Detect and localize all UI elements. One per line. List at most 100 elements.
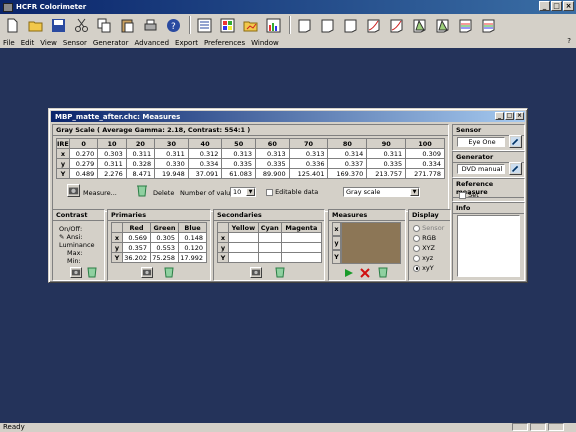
- table-cell[interactable]: 0.311: [97, 158, 127, 169]
- table-cell[interactable]: 0.314: [327, 148, 368, 159]
- table-cell[interactable]: [257, 232, 282, 243]
- table-cell[interactable]: [257, 242, 282, 253]
- maximize-button[interactable]: □: [551, 1, 562, 11]
- menu-window[interactable]: Window: [251, 39, 279, 47]
- table-cell[interactable]: 0.312: [187, 148, 223, 159]
- child-minimize-button[interactable]: _: [495, 112, 504, 120]
- table-cell[interactable]: 0.335: [221, 158, 257, 169]
- blank-view-icon[interactable]: [294, 16, 314, 35]
- open-folder-icon[interactable]: [25, 16, 45, 35]
- delete-icon[interactable]: [274, 266, 286, 278]
- measures-view-icon[interactable]: [194, 16, 214, 35]
- cut-icon[interactable]: [71, 16, 91, 35]
- save-icon[interactable]: [48, 16, 68, 35]
- measure-button[interactable]: Measure...: [83, 189, 117, 197]
- table-cell[interactable]: 271.778: [405, 168, 445, 179]
- table-cell[interactable]: 0.120: [178, 242, 207, 253]
- print-icon[interactable]: [140, 16, 160, 35]
- camera-icon[interactable]: [141, 267, 153, 278]
- table-cell[interactable]: [280, 232, 323, 243]
- table-cell[interactable]: 0.303: [97, 148, 127, 159]
- color-chart-icon[interactable]: [217, 16, 237, 35]
- num-values-select[interactable]: 10 ▼: [230, 187, 256, 197]
- info-textbox[interactable]: [457, 215, 520, 277]
- table-cell[interactable]: 0.334: [405, 158, 445, 169]
- play-icon[interactable]: [344, 268, 354, 280]
- menu-advanced[interactable]: Advanced: [134, 39, 169, 47]
- gamma-curve-icon[interactable]: [386, 16, 406, 35]
- delete-button[interactable]: Delete: [153, 189, 174, 197]
- table-cell[interactable]: 17.992: [178, 252, 207, 263]
- child-maximize-button[interactable]: □: [505, 112, 514, 120]
- table-cell[interactable]: 0.148: [178, 232, 207, 243]
- table-cell[interactable]: 0.335: [255, 158, 290, 169]
- table-cell[interactable]: 0.313: [288, 148, 329, 159]
- menu-sensor[interactable]: Sensor: [63, 39, 87, 47]
- display-option-rgb[interactable]: RGB: [413, 234, 444, 244]
- table-cell[interactable]: 0.313: [221, 148, 257, 159]
- table-cell[interactable]: 0.311: [366, 148, 407, 159]
- close-button[interactable]: ×: [563, 1, 574, 11]
- table-cell[interactable]: 0.334: [187, 158, 223, 169]
- cie-diagram-icon[interactable]: [409, 16, 429, 35]
- editable-data-checkbox[interactable]: Editable data: [266, 188, 318, 196]
- delete-icon[interactable]: [163, 266, 175, 278]
- paste-icon[interactable]: [117, 16, 137, 35]
- table-cell[interactable]: 0.270: [68, 148, 99, 159]
- display-option-xyy[interactable]: xyY: [413, 264, 444, 274]
- blank-view-icon[interactable]: [340, 16, 360, 35]
- table-cell[interactable]: [280, 252, 323, 263]
- table-cell[interactable]: 0.311: [125, 148, 156, 159]
- table-cell[interactable]: 0.336: [288, 158, 329, 169]
- table-cell[interactable]: 8.471: [125, 168, 156, 179]
- scale-type-select[interactable]: Gray scale ▼: [343, 187, 420, 197]
- table-cell[interactable]: 0.335: [366, 158, 407, 169]
- delete-icon[interactable]: [135, 183, 149, 197]
- table-cell[interactable]: 0.553: [150, 242, 179, 253]
- table-cell[interactable]: [257, 252, 282, 263]
- menu-edit[interactable]: Edit: [21, 39, 35, 47]
- rgb-levels-icon[interactable]: [478, 16, 498, 35]
- table-cell[interactable]: 0.569: [122, 232, 151, 243]
- table-cell[interactable]: [228, 242, 259, 253]
- table-cell[interactable]: 0.309: [405, 148, 445, 159]
- table-cell[interactable]: 0.311: [154, 148, 189, 159]
- camera-icon[interactable]: [70, 267, 82, 278]
- table-cell[interactable]: 0.489: [68, 168, 99, 179]
- table-cell[interactable]: 0.279: [68, 158, 99, 169]
- menu-preferences[interactable]: Preferences: [204, 39, 245, 47]
- table-cell[interactable]: [228, 232, 259, 243]
- camera-icon[interactable]: [67, 184, 80, 197]
- table-cell[interactable]: 169.370: [327, 168, 368, 179]
- sensor-value[interactable]: Eye One: [457, 137, 505, 147]
- folder-chart-icon[interactable]: [240, 16, 260, 35]
- table-cell[interactable]: 0.305: [150, 232, 179, 243]
- table-cell[interactable]: [280, 242, 323, 253]
- table-cell[interactable]: 19.948: [154, 168, 189, 179]
- menu-export[interactable]: Export: [175, 39, 198, 47]
- table-cell[interactable]: 0.337: [327, 158, 368, 169]
- table-cell[interactable]: 0.330: [154, 158, 189, 169]
- bars-chart-icon[interactable]: [263, 16, 283, 35]
- copy-icon[interactable]: [94, 16, 114, 35]
- table-cell[interactable]: 61.083: [221, 168, 257, 179]
- gamma-curve-icon[interactable]: [363, 16, 383, 35]
- child-close-button[interactable]: ×: [515, 112, 524, 120]
- new-doc-icon[interactable]: [2, 16, 22, 35]
- table-cell[interactable]: 0.328: [125, 158, 156, 169]
- generator-config-icon[interactable]: [509, 162, 522, 175]
- menu-help[interactable]: ?: [567, 37, 571, 45]
- stop-icon[interactable]: [360, 268, 370, 280]
- display-option-xyz[interactable]: XYZ: [413, 244, 444, 254]
- blank-view-icon[interactable]: [317, 16, 337, 35]
- delete-icon[interactable]: [86, 266, 98, 278]
- table-cell[interactable]: 0.357: [122, 242, 151, 253]
- table-cell[interactable]: 125.401: [288, 168, 329, 179]
- set-reference-checkbox[interactable]: Set: [459, 191, 479, 199]
- table-cell[interactable]: [228, 252, 259, 263]
- table-cell[interactable]: 75.258: [150, 252, 179, 263]
- menu-file[interactable]: File: [3, 39, 15, 47]
- table-cell[interactable]: 36.202: [122, 252, 151, 263]
- rgb-levels-icon[interactable]: [455, 16, 475, 35]
- table-cell[interactable]: 89.900: [255, 168, 290, 179]
